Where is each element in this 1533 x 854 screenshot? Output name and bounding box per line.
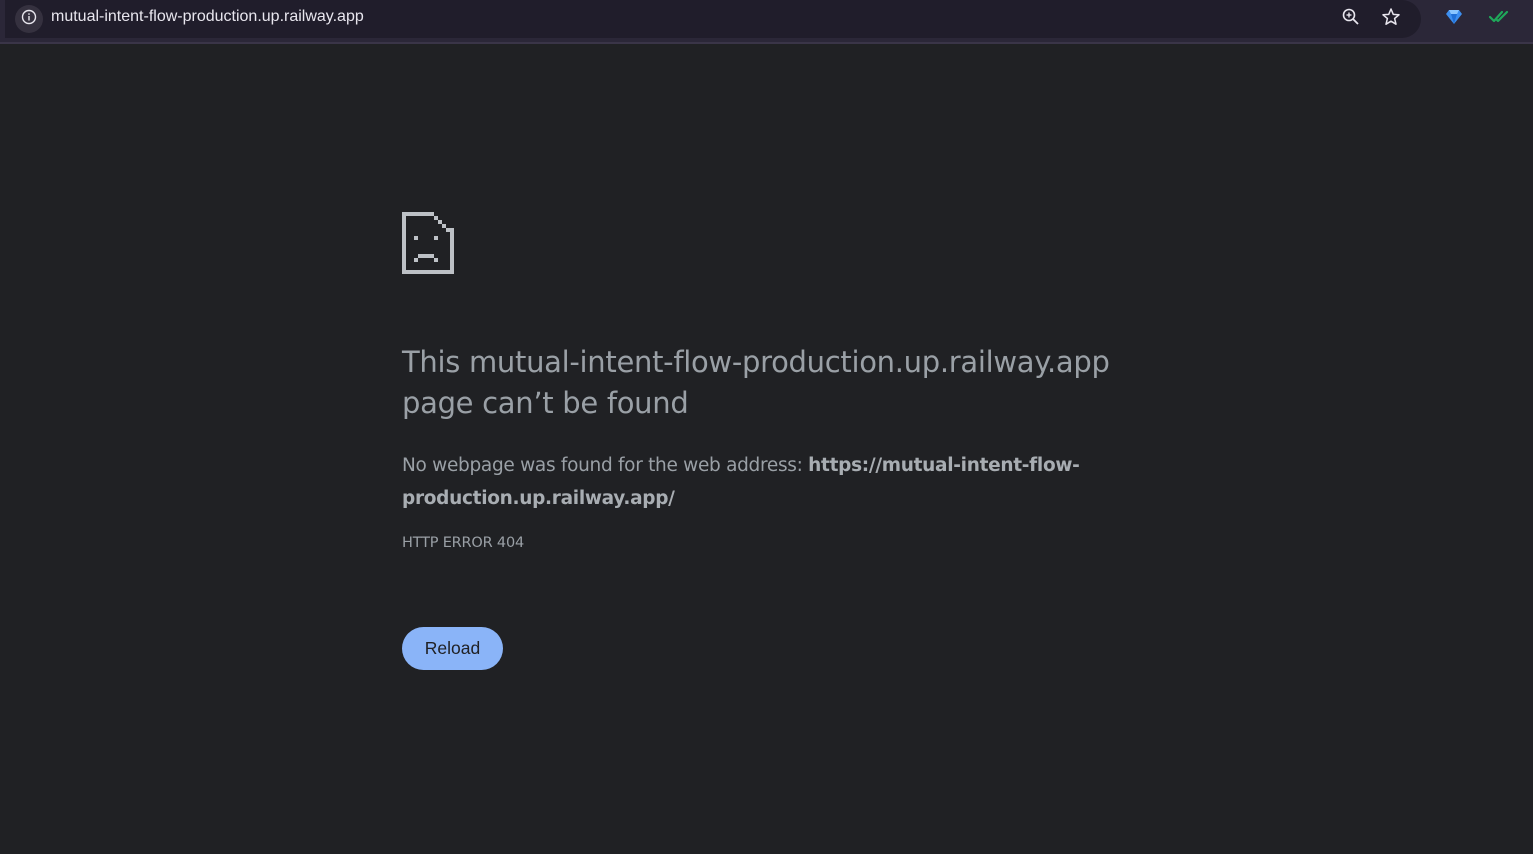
double-check-icon bbox=[1488, 8, 1510, 30]
error-code: HTTP ERROR 404 bbox=[402, 535, 525, 551]
zoom-in-icon bbox=[1341, 7, 1361, 31]
gem-icon bbox=[1445, 8, 1463, 30]
url-text[interactable]: mutual-intent-flow-production.up.railway… bbox=[51, 8, 364, 26]
info-icon bbox=[21, 9, 37, 29]
extension-button-1[interactable] bbox=[1442, 7, 1466, 31]
bookmark-button[interactable] bbox=[1379, 7, 1403, 31]
extension-button-2[interactable] bbox=[1487, 7, 1511, 31]
sad-page-icon bbox=[402, 212, 1182, 274]
site-info-button[interactable] bbox=[15, 5, 43, 33]
address-bar[interactable]: mutual-intent-flow-production.up.railway… bbox=[5, 0, 1421, 38]
description-prefix: No webpage was found for the web address… bbox=[402, 455, 809, 476]
error-content: This mutual-intent-flow-production.up.ra… bbox=[402, 212, 1182, 551]
error-description: No webpage was found for the web address… bbox=[402, 449, 1102, 515]
headline-line-1: This mutual-intent-flow-production.up.ra… bbox=[402, 345, 1110, 379]
reload-button[interactable]: Reload bbox=[402, 627, 503, 670]
browser-toolbar: mutual-intent-flow-production.up.railway… bbox=[0, 0, 1533, 44]
star-icon bbox=[1381, 7, 1401, 31]
error-headline: This mutual-intent-flow-production.up.ra… bbox=[402, 342, 1182, 424]
headline-line-2: page can’t be found bbox=[402, 386, 689, 420]
zoom-button[interactable] bbox=[1339, 7, 1363, 31]
